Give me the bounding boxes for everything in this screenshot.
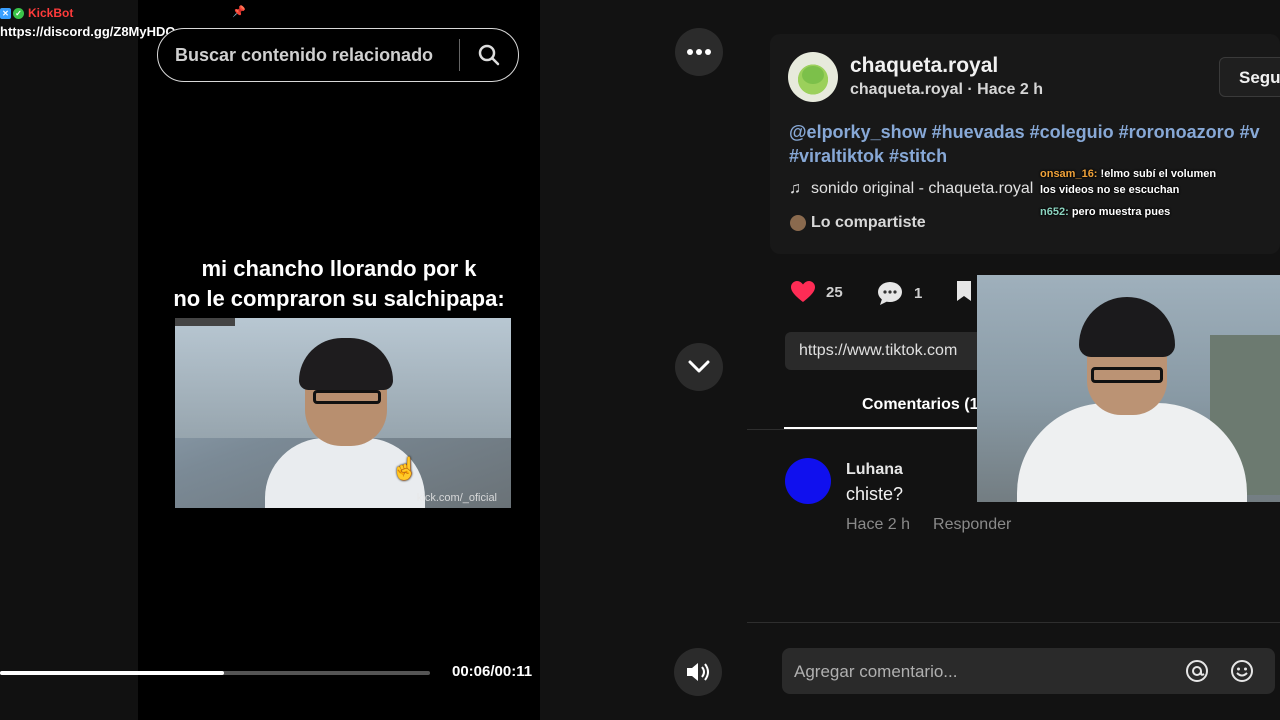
shared-avatar-icon xyxy=(790,215,806,231)
hashtags-line-1[interactable]: @elporky_show #huevadas #coleguio #roron… xyxy=(789,120,1280,144)
volume-icon xyxy=(687,663,709,681)
chevron-down-icon xyxy=(688,360,710,373)
screen: ✕ ✓ KickBot 📌 https://discord.gg/Z8MyHDQ… xyxy=(0,0,1280,720)
sound-title[interactable]: sonido original - chaqueta.royal xyxy=(811,180,1033,198)
like-count: 25 xyxy=(826,283,843,301)
chat-user-1: onsam_16: xyxy=(1040,168,1098,180)
webcam-glasses xyxy=(1091,367,1163,383)
chat-message-2: n652: pero muestra pues xyxy=(1040,204,1216,220)
video-time: 00:06/00:11 xyxy=(452,663,533,680)
like-stat[interactable]: 25 xyxy=(790,280,843,304)
copy-link-field[interactable]: https://www.tiktok.com xyxy=(785,332,985,370)
search-bar[interactable]: Buscar contenido relacionado xyxy=(157,28,519,82)
heart-icon xyxy=(791,281,815,302)
comment-meta: Hace 2 h Responder xyxy=(846,516,1011,534)
bookmark-stat[interactable] xyxy=(955,280,973,302)
mention-icon[interactable] xyxy=(1185,659,1209,683)
chat-text-1a: !elmo subí el volumen xyxy=(1100,168,1217,180)
webcam-hair xyxy=(1079,297,1175,357)
clip-person xyxy=(265,338,425,508)
comment-count: 1 xyxy=(914,284,923,302)
video-progress-bar[interactable] xyxy=(0,671,430,675)
pointer-cursor-icon: ☝ xyxy=(391,456,419,481)
pin-icon: 📌 xyxy=(232,6,246,18)
emoji-icon[interactable] xyxy=(1230,659,1254,683)
clip-tag xyxy=(175,318,235,326)
caption-line-1: mi chancho llorando por k xyxy=(201,256,477,281)
follow-button[interactable]: Seguir xyxy=(1219,57,1280,97)
search-input[interactable]: Buscar contenido relacionado xyxy=(158,45,459,66)
chat-text-1b: los videos no se escuchan xyxy=(1040,184,1180,196)
author-subline: chaqueta.royal · Hace 2 h xyxy=(850,81,1043,98)
author-avatar[interactable] xyxy=(788,52,838,102)
volume-button[interactable] xyxy=(674,648,722,696)
video-progress-fill xyxy=(0,671,224,675)
author-username[interactable]: chaqueta.royal xyxy=(850,54,998,78)
chat-user-2: n652: xyxy=(1040,206,1069,218)
commenter-avatar[interactable] xyxy=(785,458,831,504)
comment-input[interactable]: Agregar comentario... xyxy=(782,648,1275,694)
video-caption: mi chancho llorando por k no le compraro… xyxy=(138,254,540,314)
tab-comments[interactable]: Comentarios (1) xyxy=(862,396,984,414)
bookmark-icon xyxy=(957,281,971,301)
sound-link[interactable]: ♫ sonido original - chaqueta.royal xyxy=(789,180,1033,198)
post-hashtags[interactable]: @elporky_show #huevadas #coleguio #roron… xyxy=(789,120,1280,168)
caption-line-2: no le compraron su salchipapa: xyxy=(173,286,505,311)
music-note-icon: ♫ xyxy=(789,180,801,197)
streamer-webcam xyxy=(977,275,1280,502)
clip-glasses xyxy=(313,390,381,404)
hashtags-line-2[interactable]: #viraltiktok #stitch xyxy=(789,144,1280,168)
clip-hair xyxy=(299,338,393,390)
left-strip xyxy=(0,0,138,720)
search-icon xyxy=(478,44,500,66)
embedded-webcam-clip: kick.com/_oficial xyxy=(175,318,511,508)
verified-icon: ✓ xyxy=(13,7,24,19)
shared-indicator: Lo compartiste xyxy=(790,214,926,232)
comment-input-placeholder: Agregar comentario... xyxy=(794,662,958,681)
commenter-name[interactable]: Luhana xyxy=(846,461,903,479)
chat-text-2: pero muestra pues xyxy=(1071,206,1171,218)
comment-time: Hace 2 h xyxy=(846,516,911,533)
stream-chat-overlay: onsam_16: !elmo subí el volumen los vide… xyxy=(1040,166,1216,220)
kick-icon: ✕ xyxy=(0,7,11,19)
next-video-button[interactable] xyxy=(675,343,723,391)
kickbot-overlay: ✕ ✓ KickBot xyxy=(0,4,73,22)
shared-label: Lo compartiste xyxy=(811,214,926,231)
bot-name: KickBot xyxy=(28,6,74,20)
search-button[interactable] xyxy=(460,28,518,82)
comment-text: chiste? xyxy=(846,484,904,504)
reply-button[interactable]: Responder xyxy=(933,516,1011,534)
chat-message-1: onsam_16: !elmo subí el volumen xyxy=(1040,166,1216,182)
avatar-character xyxy=(802,66,824,84)
input-divider xyxy=(747,622,1280,623)
more-options-button[interactable] xyxy=(675,28,723,76)
clip-watermark: kick.com/_oficial xyxy=(416,492,497,504)
comment-icon xyxy=(878,282,902,305)
comment-stat[interactable]: 1 xyxy=(876,280,922,306)
more-icon xyxy=(687,49,711,55)
